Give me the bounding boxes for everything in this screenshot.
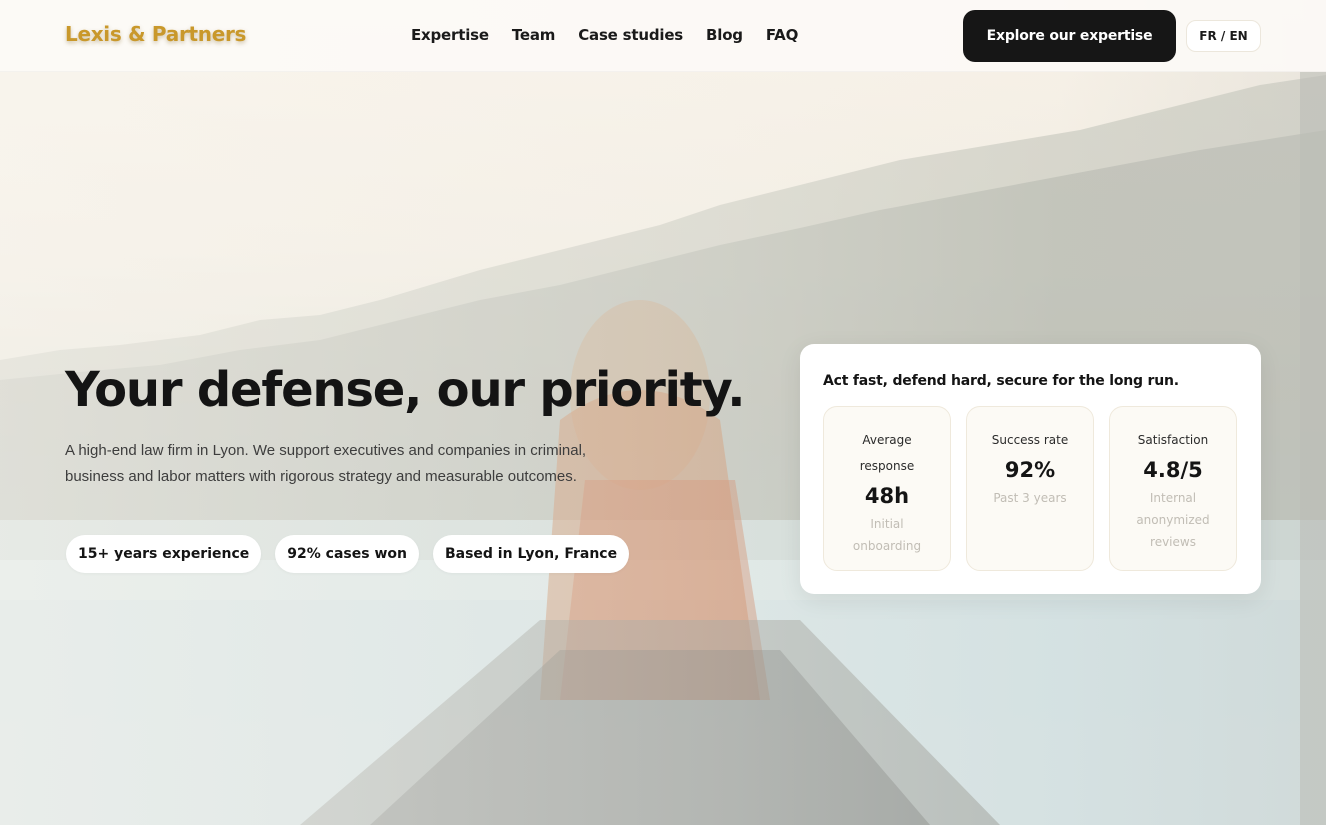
- nav-item-team[interactable]: Team: [512, 26, 556, 44]
- stat-satisfaction: Satisfaction 4.8/5 Internal anonymized r…: [1109, 406, 1237, 571]
- brand-logo[interactable]: Lexis & Partners: [65, 22, 246, 46]
- stats-card-title: Act fast, defend hard, secure for the lo…: [823, 373, 1179, 389]
- nav-item-faq[interactable]: FAQ: [766, 26, 798, 44]
- nav-item-expertise[interactable]: Expertise: [411, 26, 489, 44]
- top-navigation-bar: Lexis & Partners Expertise Team Case stu…: [0, 0, 1326, 72]
- nav-item-case-studies[interactable]: Case studies: [578, 26, 683, 44]
- stat-note: Past 3 years: [993, 491, 1067, 505]
- chip-cases-won: 92% cases won: [275, 535, 419, 573]
- main-nav: Expertise Team Case studies Blog FAQ: [411, 26, 798, 44]
- hero-title: Your defense, our priority.: [65, 362, 745, 418]
- stat-success-rate: Success rate 92% Past 3 years: [966, 406, 1094, 571]
- chip-location: Based in Lyon, France: [432, 535, 630, 573]
- stat-note: Initial onboarding: [852, 517, 922, 553]
- stat-average-response: Average response 48h Initial onboarding: [823, 406, 951, 571]
- stat-value: 92%: [1004, 458, 1056, 482]
- stat-value: 48h: [864, 484, 910, 508]
- stats-card: Act fast, defend hard, secure for the lo…: [800, 344, 1261, 594]
- stat-value: 4.8/5: [1143, 458, 1203, 482]
- stat-note: Internal anonymized reviews: [1136, 491, 1210, 549]
- stat-label: Satisfaction: [1137, 433, 1209, 447]
- stat-label: Success rate: [991, 433, 1069, 447]
- hero-description: A high-end law firm in Lyon. We support …: [65, 442, 587, 485]
- nav-item-blog[interactable]: Blog: [706, 26, 743, 44]
- language-switcher[interactable]: FR / EN: [1186, 20, 1261, 52]
- hero-highlight-chips: 15+ years experience 92% cases won Based…: [66, 535, 630, 573]
- chip-experience: 15+ years experience: [66, 535, 262, 573]
- explore-expertise-button[interactable]: Explore our expertise: [963, 10, 1176, 62]
- stat-label: Average response: [859, 433, 915, 473]
